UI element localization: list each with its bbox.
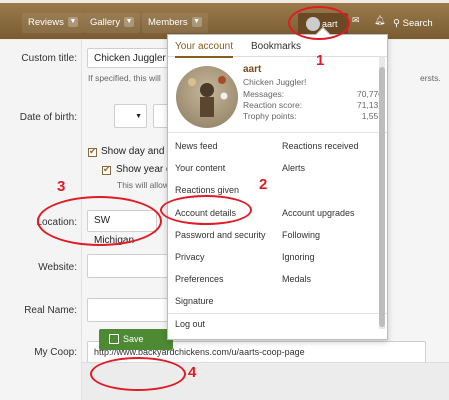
- nav-reviews-label: Reviews: [28, 17, 64, 28]
- profile-title: Chicken Juggler!: [243, 77, 307, 87]
- annotation-number-2: 2: [259, 176, 268, 193]
- menu-reactions-received[interactable]: Reactions received: [282, 141, 359, 151]
- search-icon: ⚲: [393, 18, 400, 29]
- save-button[interactable]: Save: [99, 329, 173, 350]
- annotation-circle-4: [90, 357, 186, 391]
- realname-input[interactable]: [87, 298, 168, 322]
- annotation-circle-3: [37, 196, 162, 246]
- nav-reviews[interactable]: Reviews ▼: [22, 13, 84, 33]
- annotation-number-4: 4: [188, 364, 197, 381]
- show-year-hint: This will allow: [117, 180, 169, 190]
- realname-label: Real Name:: [24, 305, 77, 316]
- account-dropdown: Your account Bookmarks aart Chicken Jugg…: [167, 26, 388, 340]
- search-label: Search: [402, 18, 433, 29]
- menu-ignoring[interactable]: Ignoring: [282, 252, 315, 262]
- search-button[interactable]: ⚲ Search: [393, 13, 449, 35]
- scrollbar-thumb[interactable]: [379, 67, 385, 327]
- bell-icon[interactable]: 🔔︎: [374, 15, 385, 26]
- menu-reactions-given[interactable]: Reactions given: [175, 185, 239, 195]
- menu-scrollbar[interactable]: [379, 57, 385, 329]
- nav-members[interactable]: Members ▼: [142, 13, 208, 33]
- profile-avatar[interactable]: [176, 66, 238, 128]
- menu-divider: [168, 313, 387, 314]
- show-day-label: Show day and r: [101, 146, 171, 157]
- chevron-down-icon[interactable]: ▼: [67, 17, 78, 28]
- tab-bookmarks[interactable]: Bookmarks: [251, 41, 301, 52]
- website-label: Website:: [38, 262, 77, 273]
- nav-members-label: Members: [148, 17, 188, 28]
- dob-label: Date of birth:: [19, 112, 77, 123]
- menu-divider: [168, 132, 387, 133]
- menu-following[interactable]: Following: [282, 230, 320, 240]
- stat-label: Reaction score:: [243, 100, 303, 110]
- menu-medals[interactable]: Medals: [282, 274, 311, 284]
- menu-privacy[interactable]: Privacy: [175, 252, 205, 262]
- menu-password-security[interactable]: Password and security: [175, 230, 266, 240]
- show-year-checkbox[interactable]: [102, 164, 111, 175]
- annotation-number-1: 1: [316, 52, 325, 69]
- stat-trophy-points: Trophy points: 1,557: [243, 111, 383, 121]
- menu-log-out[interactable]: Log out: [175, 319, 205, 329]
- show-year-label: Show year o: [116, 164, 172, 175]
- stat-label: Trophy points:: [243, 111, 297, 121]
- menu-preferences[interactable]: Preferences: [175, 274, 224, 284]
- menu-your-content[interactable]: Your content: [175, 163, 225, 173]
- save-label: Save: [123, 334, 144, 344]
- annotation-circle-2: [160, 195, 252, 225]
- custom-title-hint-tail: ersts.: [420, 73, 441, 83]
- custom-title-label: Custom title:: [21, 53, 77, 64]
- nav-gallery-label: Gallery: [90, 17, 121, 28]
- account-tabs: Your account Bookmarks: [168, 35, 387, 58]
- nav-gallery[interactable]: Gallery ▼: [84, 13, 141, 33]
- chevron-down-icon: ▼: [135, 113, 142, 120]
- annotation-number-3: 3: [57, 178, 66, 195]
- profile-username[interactable]: aart: [243, 64, 261, 75]
- stat-messages: Messages: 70,770: [243, 89, 383, 99]
- stat-reaction-score: Reaction score: 71,131: [243, 100, 383, 110]
- inbox-icon[interactable]: ✉: [352, 15, 360, 26]
- menu-news-feed[interactable]: News feed: [175, 141, 218, 151]
- stat-label: Messages:: [243, 89, 285, 99]
- save-icon: [109, 334, 119, 344]
- show-day-checkbox[interactable]: [88, 146, 97, 157]
- website-input[interactable]: [87, 254, 168, 278]
- dob-month-select[interactable]: ▼: [114, 104, 147, 128]
- menu-alerts[interactable]: Alerts: [282, 163, 305, 173]
- mycoop-label: My Coop:: [34, 347, 77, 358]
- menu-account-upgrades[interactable]: Account upgrades: [282, 208, 355, 218]
- custom-title-hint: If specified, this will: [88, 73, 161, 83]
- chevron-down-icon[interactable]: ▼: [124, 17, 135, 28]
- chevron-down-icon[interactable]: ▼: [191, 17, 202, 28]
- menu-signature[interactable]: Signature: [175, 296, 214, 306]
- tab-your-account[interactable]: Your account: [175, 41, 234, 58]
- annotation-circle-1: [288, 6, 350, 40]
